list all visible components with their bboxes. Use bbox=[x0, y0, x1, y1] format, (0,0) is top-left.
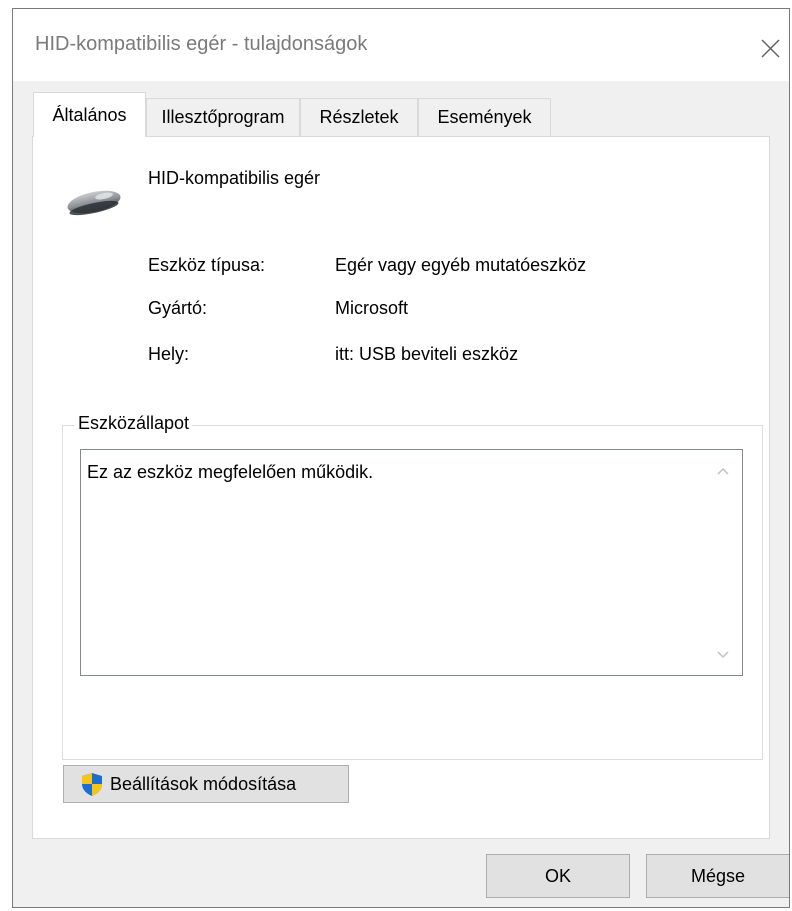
cancel-button[interactable]: Mégse bbox=[646, 854, 789, 898]
properties-dialog: HID-kompatibilis egér - tulajdonságok Ál… bbox=[12, 8, 790, 908]
device-name: HID-kompatibilis egér bbox=[148, 168, 321, 188]
manufacturer-label: Gyártó: bbox=[148, 298, 208, 318]
location-value: itt: USB beviteli eszköz bbox=[335, 344, 519, 364]
window-title: HID-kompatibilis egér - tulajdonságok bbox=[35, 33, 368, 55]
device-type-label: Eszköz típusa: bbox=[148, 255, 266, 275]
close-icon bbox=[761, 39, 780, 58]
manufacturer-value: Microsoft bbox=[335, 298, 409, 318]
ok-button[interactable]: OK bbox=[486, 854, 630, 898]
scroll-up-arrow-icon[interactable] bbox=[716, 464, 730, 478]
mouse-icon bbox=[67, 190, 121, 216]
change-settings-label: Beállítások módosítása bbox=[110, 774, 297, 794]
scroll-down-arrow-icon[interactable] bbox=[716, 648, 730, 662]
device-status-textbox[interactable]: Ez az eszköz megfelelően működik. bbox=[80, 449, 743, 676]
device-status-label: Eszközállapot bbox=[75, 413, 193, 434]
tab-details[interactable]: Részletek bbox=[300, 98, 418, 136]
uac-shield-icon bbox=[82, 773, 102, 796]
tab-general[interactable]: Általános bbox=[33, 92, 146, 137]
location-label: Hely: bbox=[148, 344, 190, 364]
tab-events[interactable]: Események bbox=[418, 98, 551, 136]
general-tab-panel: HID-kompatibilis egér Eszköz típusa: Egé… bbox=[32, 136, 770, 839]
tab-driver[interactable]: Illesztőprogram bbox=[146, 98, 300, 136]
close-button[interactable] bbox=[751, 29, 789, 67]
title-bar: HID-kompatibilis egér - tulajdonságok bbox=[13, 9, 789, 81]
device-status-text: Ez az eszköz megfelelően működik. bbox=[87, 462, 374, 482]
device-type-value: Egér vagy egyéb mutatóeszköz bbox=[335, 255, 587, 275]
device-status-group: Eszközállapot Ez az eszköz megfelelően m… bbox=[62, 413, 763, 760]
change-settings-button[interactable]: Beállítások módosítása bbox=[63, 765, 349, 803]
